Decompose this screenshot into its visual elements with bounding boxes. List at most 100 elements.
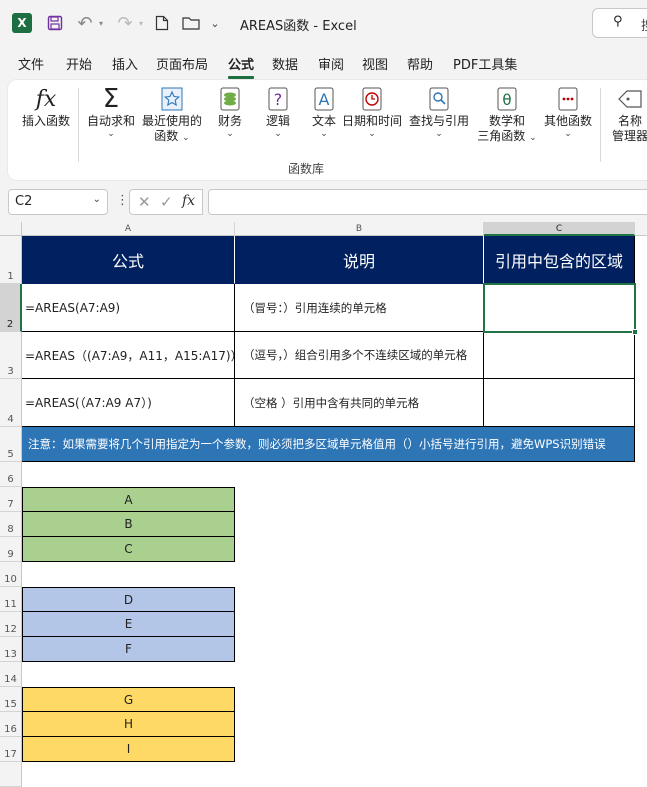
- list-item-yellow[interactable]: I: [22, 737, 235, 762]
- formula-bar: C2 ⌄ ⋮ ✕ ✓ fx: [0, 187, 647, 217]
- chevron-down-icon: ⌄: [274, 129, 282, 139]
- list-item-yellow[interactable]: G: [22, 687, 235, 712]
- column-header-d[interactable]: [635, 222, 647, 236]
- tab-home[interactable]: 开始: [66, 54, 92, 73]
- header-cell-result[interactable]: 引用中包含的区域: [484, 236, 635, 284]
- list-item-blue[interactable]: E: [22, 612, 235, 637]
- select-all-corner[interactable]: [0, 222, 22, 236]
- list-item-blue[interactable]: D: [22, 587, 235, 612]
- tab-insert[interactable]: 插入: [112, 54, 138, 73]
- save-icon[interactable]: [44, 12, 66, 34]
- row-header[interactable]: 17: [0, 737, 22, 762]
- lookup-button[interactable]: 查找与引用 ⌄: [408, 84, 470, 139]
- chevron-down-icon: ⌄: [564, 129, 572, 139]
- logical-button[interactable]: ? 逻辑 ⌄: [258, 84, 298, 139]
- list-item-blue[interactable]: F: [22, 637, 235, 662]
- text-button[interactable]: A 文本 ⌄: [304, 84, 344, 139]
- spreadsheet-grid: A B C 1 2 3 4 5 6 7 8 9 10 11 12 13 14 1…: [0, 222, 647, 787]
- list-item-green[interactable]: C: [22, 537, 235, 562]
- logical-label: 逻辑: [265, 114, 290, 128]
- tab-review[interactable]: 审阅: [318, 54, 344, 73]
- row-header[interactable]: 13: [0, 637, 22, 662]
- column-header-b[interactable]: B: [235, 222, 484, 236]
- tab-view[interactable]: 视图: [362, 54, 388, 73]
- new-file-icon[interactable]: [152, 12, 172, 34]
- tab-page-layout[interactable]: 页面布局: [156, 54, 208, 73]
- search-box[interactable]: ⚲ 搜: [592, 8, 647, 38]
- formula-cell[interactable]: =AREAS(A7:A9): [22, 284, 235, 332]
- column-header-c[interactable]: C: [484, 222, 635, 236]
- header-cell-formula[interactable]: 公式: [22, 236, 235, 284]
- chevron-down-icon: ⌄: [368, 129, 376, 139]
- description-cell[interactable]: （冒号：）引用连续的单元格: [235, 284, 484, 332]
- list-item-green[interactable]: B: [22, 512, 235, 537]
- chevron-down-icon: ⌄: [529, 133, 537, 143]
- fx-icon[interactable]: fx: [182, 193, 195, 209]
- result-cell[interactable]: [484, 379, 635, 427]
- clock-icon: [359, 84, 385, 114]
- menu-bar: 文件 开始 插入 页面布局 公式 数据 审阅 视图 帮助 PDF工具集: [0, 50, 647, 79]
- formula-cell[interactable]: =AREAS(（A7:A9 A7）): [22, 379, 235, 427]
- row-header[interactable]: 5: [0, 427, 22, 462]
- name-manager-label-line1: 名称: [617, 114, 642, 128]
- tab-help[interactable]: 帮助: [407, 54, 433, 73]
- tab-pdf-tools[interactable]: PDF工具集: [453, 54, 517, 73]
- more-options-icon[interactable]: ⋮: [116, 193, 129, 208]
- row-header[interactable]: 9: [0, 537, 22, 562]
- autosum-button[interactable]: Σ 自动求和 ⌄: [84, 84, 138, 139]
- tab-data[interactable]: 数据: [272, 54, 298, 73]
- open-folder-icon[interactable]: [180, 12, 202, 34]
- tab-formulas[interactable]: 公式: [228, 54, 255, 79]
- column-header-a[interactable]: A: [22, 222, 235, 236]
- row-header[interactable]: 10: [0, 562, 22, 587]
- row-header[interactable]: 14: [0, 662, 22, 687]
- row-header[interactable]: [0, 762, 22, 787]
- list-item-green[interactable]: A: [22, 487, 235, 512]
- description-cell[interactable]: （逗号，）组合引用多个不连续区域的单元格: [235, 332, 484, 379]
- formula-cell[interactable]: =AREAS（(A7:A9，A11，A15:A17)）: [22, 332, 235, 379]
- more-functions-button[interactable]: 其他函数 ⌄: [540, 84, 596, 139]
- redo-icon[interactable]: ↷: [114, 12, 136, 34]
- result-cell[interactable]: [484, 332, 635, 379]
- row-header[interactable]: 15: [0, 687, 22, 712]
- recent-label-text: 函数: [154, 129, 179, 143]
- row-header[interactable]: 8: [0, 512, 22, 537]
- note-cell[interactable]: 注意：如果需要将几个引用指定为一个参数，则必须把多区域单元格值用（）小括号进行引…: [22, 427, 635, 462]
- header-cell-description[interactable]: 说明: [235, 236, 484, 284]
- row-header[interactable]: 16: [0, 712, 22, 737]
- row-header[interactable]: 11: [0, 587, 22, 612]
- theta-icon: θ: [494, 84, 520, 114]
- row-header[interactable]: 7: [0, 487, 22, 512]
- chevron-down-icon: ⌄: [320, 129, 328, 139]
- row-header[interactable]: 4: [0, 379, 22, 427]
- title-bar: X ↶ ▾ ↷ ▾ ⌄ AREAS函数 - Excel ⚲ 搜: [0, 0, 647, 46]
- chevron-down-icon: ⌄: [182, 133, 190, 143]
- formula-buttons: ✕ ✓ fx: [129, 189, 203, 215]
- undo-dropdown-icon[interactable]: ▾: [96, 12, 106, 34]
- formula-input[interactable]: [208, 189, 647, 215]
- customize-toolbar-icon[interactable]: ⌄: [208, 12, 222, 34]
- star-icon: [159, 84, 185, 114]
- math-trig-button[interactable]: θ 数学和 三角函数 ⌄: [476, 84, 538, 144]
- fill-handle[interactable]: [632, 329, 638, 335]
- recent-functions-button[interactable]: 最近使用的 函数 ⌄: [140, 84, 204, 144]
- chevron-down-icon: ⌄: [226, 129, 234, 139]
- financial-button[interactable]: 财务 ⌄: [210, 84, 250, 139]
- insert-function-button[interactable]: fx 插入函数: [18, 84, 74, 129]
- row-header[interactable]: 3: [0, 332, 22, 379]
- cancel-icon[interactable]: ✕: [138, 193, 151, 211]
- datetime-button[interactable]: 日期和时间 ⌄: [342, 84, 402, 139]
- redo-dropdown-icon[interactable]: ▾: [136, 12, 146, 34]
- row-header[interactable]: 6: [0, 462, 22, 487]
- description-cell[interactable]: （空格 ）引用中含有共同的单元格: [235, 379, 484, 427]
- list-item-yellow[interactable]: H: [22, 712, 235, 737]
- name-box[interactable]: C2 ⌄: [8, 189, 108, 215]
- row-header[interactable]: 2: [0, 284, 22, 332]
- row-header[interactable]: 12: [0, 612, 22, 637]
- tab-file[interactable]: 文件: [18, 54, 44, 73]
- enter-check-icon[interactable]: ✓: [160, 193, 173, 211]
- svg-text:A: A: [319, 90, 330, 109]
- name-manager-button[interactable]: 名称 管理器: [608, 84, 647, 144]
- undo-icon[interactable]: ↶: [74, 12, 96, 34]
- row-header[interactable]: 1: [0, 236, 22, 284]
